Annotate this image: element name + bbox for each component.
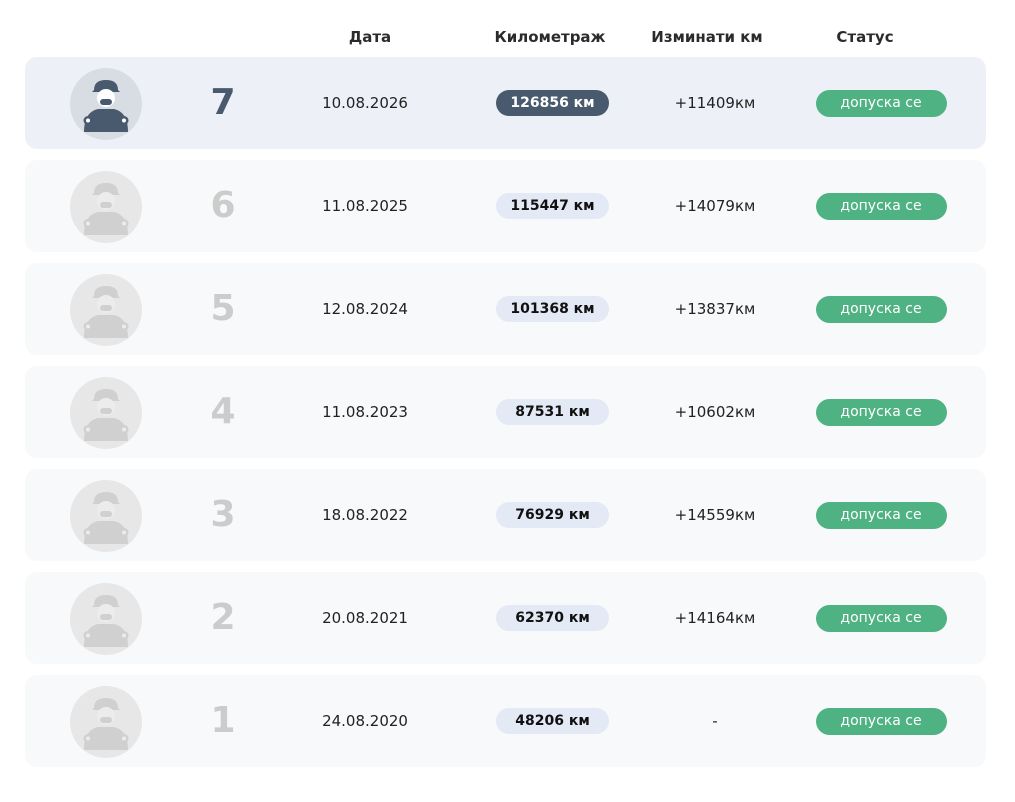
table-row: 2 20.08.2021 62370 км +14164км допуска с… xyxy=(25,572,986,664)
column-header-status: Статус xyxy=(836,28,894,46)
mileage-badge: 126856 км xyxy=(496,90,609,116)
status-badge: допуска се xyxy=(815,89,947,117)
mechanic-icon xyxy=(70,583,142,655)
mechanic-icon xyxy=(70,68,142,140)
status-badge: допуска се xyxy=(815,295,947,323)
status-badge: допуска се xyxy=(815,707,947,735)
table-row: 5 12.08.2024 101368 км +13837км допуска … xyxy=(25,263,986,355)
inspection-list: 7 10.08.2026 126856 км +11409км допуска … xyxy=(25,57,986,778)
column-header-mileage: Километраж xyxy=(494,28,606,46)
inspection-date: 24.08.2020 xyxy=(322,712,408,730)
table-row: 3 18.08.2022 76929 км +14559км допуска с… xyxy=(25,469,986,561)
inspection-date: 18.08.2022 xyxy=(322,506,408,524)
traveled-km: +13837км xyxy=(674,300,756,318)
mileage-badge: 101368 км xyxy=(496,296,609,322)
traveled-km: +14164км xyxy=(674,609,756,627)
inspection-date: 10.08.2026 xyxy=(322,94,408,112)
table-header: Дата Километраж Изминати км Статус xyxy=(0,28,1015,50)
table-row: 4 11.08.2023 87531 км +10602км допуска с… xyxy=(25,366,986,458)
traveled-km: - xyxy=(712,712,718,730)
inspection-date: 11.08.2025 xyxy=(322,197,408,215)
traveled-km: +11409км xyxy=(674,94,756,112)
mileage-badge: 76929 км xyxy=(496,502,609,528)
mileage-badge: 48206 км xyxy=(496,708,609,734)
mileage-badge: 115447 км xyxy=(496,193,609,219)
status-badge: допуска се xyxy=(815,398,947,426)
mechanic-icon xyxy=(70,274,142,346)
mileage-badge: 87531 км xyxy=(496,399,609,425)
status-badge: допуска се xyxy=(815,604,947,632)
mechanic-icon xyxy=(70,686,142,758)
mechanic-icon xyxy=(70,171,142,243)
mechanic-icon xyxy=(70,377,142,449)
inspection-date: 20.08.2021 xyxy=(322,609,408,627)
column-header-traveled: Изминати км xyxy=(651,28,763,46)
table-row: 6 11.08.2025 115447 км +14079км допуска … xyxy=(25,160,986,252)
table-row: 1 24.08.2020 48206 км - допуска се xyxy=(25,675,986,767)
column-header-date: Дата xyxy=(348,28,392,46)
status-badge: допуска се xyxy=(815,192,947,220)
mileage-badge: 62370 км xyxy=(496,605,609,631)
mechanic-icon xyxy=(70,480,142,552)
inspection-date: 12.08.2024 xyxy=(322,300,408,318)
status-badge: допуска се xyxy=(815,501,947,529)
inspection-date: 11.08.2023 xyxy=(322,403,408,421)
traveled-km: +14079км xyxy=(674,197,756,215)
traveled-km: +10602км xyxy=(674,403,756,421)
traveled-km: +14559км xyxy=(674,506,756,524)
table-row: 7 10.08.2026 126856 км +11409км допуска … xyxy=(25,57,986,149)
